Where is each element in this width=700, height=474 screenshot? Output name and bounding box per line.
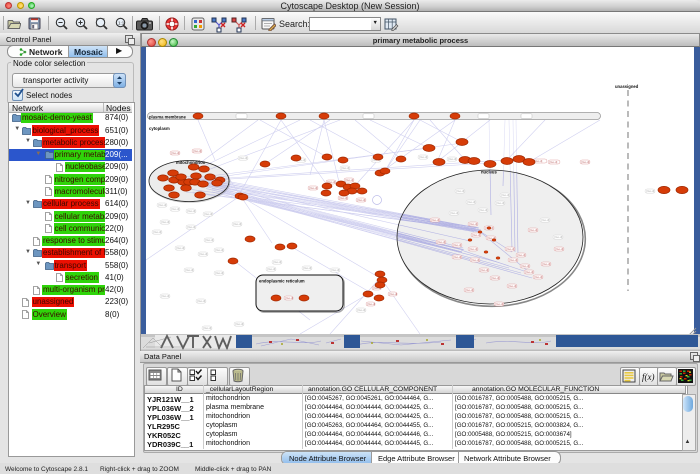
svg-text:[Go-d]: [Go-d] <box>162 220 170 224</box>
svg-text:[Go-d]: [Go-d] <box>454 255 462 259</box>
svg-text:[Go-d]: [Go-d] <box>496 302 504 306</box>
svg-text:[Go-d]: [Go-d] <box>172 151 180 155</box>
svg-text:[Go-d]: [Go-d] <box>470 247 478 251</box>
svg-text:[Go-d]: [Go-d] <box>159 203 167 207</box>
svg-text:[Go-d]: [Go-d] <box>188 209 196 213</box>
svg-text:[Go-d]: [Go-d] <box>432 218 440 222</box>
svg-text:[Go-d]: [Go-d] <box>234 222 242 226</box>
svg-text:[Go-d]: [Go-d] <box>198 299 206 303</box>
svg-text:[Go-d]: [Go-d] <box>510 258 518 262</box>
svg-text:[Go-d]: [Go-d] <box>200 252 208 256</box>
svg-text:1:1: 1:1 <box>118 21 125 26</box>
svg-text:[Go-d]: [Go-d] <box>535 275 543 279</box>
svg-text:[Go-d]: [Go-d] <box>472 258 480 262</box>
svg-text:[Go-d]: [Go-d] <box>240 156 248 160</box>
svg-text:[Go-d]: [Go-d] <box>390 292 398 296</box>
svg-text:[Go-d]: [Go-d] <box>550 160 558 164</box>
svg-text:[Go-d]: [Go-d] <box>194 149 202 153</box>
svg-text:[Go-d]: [Go-d] <box>522 264 530 268</box>
svg-text:[Go-d]: [Go-d] <box>530 228 538 232</box>
svg-text:[Go-d]: [Go-d] <box>268 267 276 271</box>
svg-text:[Go-d]: [Go-d] <box>582 160 590 164</box>
svg-text:[Go-d]: [Go-d] <box>468 200 476 204</box>
svg-text:[Go-d]: [Go-d] <box>177 246 185 250</box>
svg-text:[Go-d]: [Go-d] <box>507 247 515 251</box>
svg-text:[Go-d]: [Go-d] <box>449 157 457 161</box>
svg-text:[Go-d]: [Go-d] <box>286 296 294 300</box>
svg-text:[Go-d]: [Go-d] <box>502 193 510 197</box>
svg-text:[Go-d]: [Go-d] <box>457 189 465 193</box>
svg-text:[Go-d]: [Go-d] <box>454 243 462 247</box>
svg-text:[Go-d]: [Go-d] <box>304 266 312 270</box>
svg-text:[Go-d]: [Go-d] <box>205 212 213 216</box>
svg-text:[Go-d]: [Go-d] <box>358 198 366 202</box>
svg-text:[Go-d]: [Go-d] <box>497 201 505 205</box>
svg-text:[Go-d]: [Go-d] <box>332 268 340 272</box>
svg-text:endoplasmic reticulum: endoplasmic reticulum <box>259 279 305 284</box>
svg-text:[Go-d]: [Go-d] <box>236 322 244 326</box>
svg-text:[Go-d]: [Go-d] <box>206 238 214 242</box>
svg-text:nucleus: nucleus <box>481 170 497 175</box>
svg-text:[Go-d]: [Go-d] <box>340 196 348 200</box>
svg-text:[Go-d]: [Go-d] <box>216 248 224 252</box>
svg-text:[Go-d]: [Go-d] <box>438 240 446 244</box>
svg-text:[Go-d]: [Go-d] <box>204 326 212 330</box>
svg-text:[Go-d]: [Go-d] <box>556 247 564 251</box>
svg-text:[Go-d]: [Go-d] <box>492 276 500 280</box>
svg-text:[Go-d]: [Go-d] <box>451 211 459 215</box>
svg-text:f(x): f(x) <box>642 372 655 382</box>
svg-text:[Go-d]: [Go-d] <box>346 178 354 182</box>
svg-text:plasma membrane: plasma membrane <box>149 114 186 119</box>
svg-text:[Go-d]: [Go-d] <box>368 302 376 306</box>
svg-text:cytoplasm: cytoplasm <box>149 126 170 131</box>
svg-text:[Go-d]: [Go-d] <box>647 189 655 193</box>
svg-text:[Go-d]: [Go-d] <box>509 284 517 288</box>
svg-text:[Go-d]: [Go-d] <box>555 235 563 239</box>
svg-text:[Go-d]: [Go-d] <box>216 271 224 275</box>
svg-text:[Go-d]: [Go-d] <box>358 308 366 312</box>
svg-text:[Go-d]: [Go-d] <box>480 208 488 212</box>
svg-text:[Go-d]: [Go-d] <box>162 294 170 298</box>
svg-text:[Go-d]: [Go-d] <box>470 222 478 226</box>
svg-text:[Go-d]: [Go-d] <box>481 268 489 272</box>
svg-text:[Go-d]: [Go-d] <box>188 225 196 229</box>
svg-text:[Go-d]: [Go-d] <box>542 218 550 222</box>
svg-text:[Go-d]: [Go-d] <box>518 253 526 257</box>
svg-text:unassigned: unassigned <box>615 84 639 89</box>
svg-text:[Go-d]: [Go-d] <box>420 155 428 159</box>
svg-text:[Go-d]: [Go-d] <box>466 288 474 292</box>
svg-text:[Go-d]: [Go-d] <box>172 207 180 211</box>
svg-text:[Go-d]: [Go-d] <box>274 260 282 264</box>
svg-text:[Go-d]: [Go-d] <box>543 262 551 266</box>
svg-text:[Go-d]: [Go-d] <box>342 166 350 170</box>
svg-text:[Go-d]: [Go-d] <box>310 186 318 190</box>
svg-text:[Go-d]: [Go-d] <box>526 270 534 274</box>
svg-text:[Go-d]: [Go-d] <box>154 230 162 234</box>
svg-text:[Go-d]: [Go-d] <box>473 233 481 237</box>
svg-text:[Go-d]: [Go-d] <box>535 159 543 163</box>
svg-text:[Go-d]: [Go-d] <box>186 268 194 272</box>
